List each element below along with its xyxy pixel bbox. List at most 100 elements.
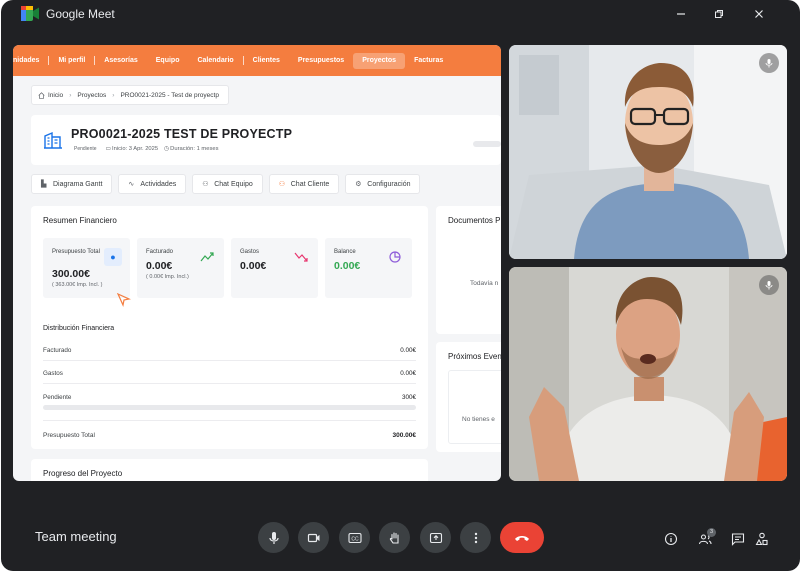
participant-video-1 xyxy=(509,45,787,259)
events-empty: No tienes e xyxy=(462,416,495,423)
gantt-icon: ▙ xyxy=(41,180,47,188)
project-title: PRO0021-2025 TEST DE PROYECTP xyxy=(71,127,293,141)
kpi-value: 0.00€ xyxy=(240,260,267,272)
close-button[interactable] xyxy=(750,6,768,24)
dist-row-value: 0.00€ xyxy=(400,347,416,354)
more-options-button[interactable] xyxy=(460,522,491,553)
kpi-invoiced: Facturado 0.00€ ( 0.00€ Imp. Incl.) xyxy=(137,238,224,298)
nav-item-mi-perfil[interactable]: Mi perfil xyxy=(49,53,94,69)
participant-video-2 xyxy=(509,267,787,481)
team-icon: ⚇ xyxy=(202,180,209,188)
info-button[interactable] xyxy=(663,531,679,547)
dist-row-expenses: Gastos 0.00€ xyxy=(43,370,416,377)
present-button[interactable] xyxy=(420,522,451,553)
tab-settings[interactable]: ⚙ Configuración xyxy=(345,174,421,194)
chevron-right-icon: › xyxy=(69,91,72,99)
divider xyxy=(43,420,416,421)
dist-bar-pending xyxy=(43,405,416,410)
info-icon xyxy=(664,532,678,546)
breadcrumb-home[interactable]: Inicio xyxy=(48,92,63,99)
activities-button[interactable] xyxy=(754,531,770,547)
meet-window: Google Meet nidades Mi perfil Asesorías … xyxy=(1,0,800,571)
chat-button[interactable] xyxy=(730,531,746,547)
trend-up-icon xyxy=(200,252,214,262)
events-empty-box xyxy=(448,370,501,444)
calendar-icon: ▭ xyxy=(105,146,112,152)
kpi-value: 0.00€ xyxy=(146,260,173,272)
kpi-label: Presupuesto Total xyxy=(52,249,100,255)
nav-item-asesorias[interactable]: Asesorías xyxy=(95,53,146,69)
mic-icon xyxy=(268,531,279,544)
nav-item-facturas[interactable]: Facturas xyxy=(405,53,452,69)
tab-chat-client-label: Chat Cliente xyxy=(290,180,330,188)
raise-hand-button[interactable] xyxy=(379,522,410,553)
nav-item-clientes[interactable]: Clientes xyxy=(244,53,289,69)
header-scroll-hint xyxy=(473,141,501,147)
window-title: Google Meet xyxy=(46,7,115,21)
events-card: Próximos Even No tienes e xyxy=(436,342,501,452)
events-title: Próximos Even xyxy=(448,352,501,361)
tab-gantt[interactable]: ▙ Diagrama Gantt xyxy=(31,174,113,194)
tab-settings-label: Configuración xyxy=(367,180,411,188)
participants-count-badge: 3 xyxy=(707,528,716,537)
tab-chat-team-label: Chat Equipo xyxy=(214,180,253,188)
total-row: Presupuesto Total 300.00€ xyxy=(43,432,416,439)
dist-row-label: Gastos xyxy=(43,370,63,377)
kpi-balance: Balance 0.00€ xyxy=(325,238,412,298)
nav-item-unidades[interactable]: nidades xyxy=(13,53,48,69)
kpi-label: Balance xyxy=(334,249,356,255)
activity-icon: ∿ xyxy=(128,180,135,188)
captions-button[interactable]: CC xyxy=(339,522,370,553)
breadcrumb: Inicio › Proyectos › PRO0021-2025 - Test… xyxy=(31,85,229,105)
pie-chart-icon xyxy=(389,251,401,263)
restore-button[interactable] xyxy=(710,6,728,24)
participant-tile-2[interactable] xyxy=(509,267,787,481)
end-call-icon xyxy=(515,535,529,541)
kpi-budget: Presupuesto Total 300.00€ ( 363.00€ Imp.… xyxy=(43,238,131,307)
project-meta: Pendiente ▭ Inicio: 3 Apr. 2025 ◷ Duraci… xyxy=(71,145,219,153)
nav-item-calendario[interactable]: Calendario xyxy=(188,53,242,69)
dist-bar xyxy=(43,360,416,361)
progress-card: Progreso del Proyecto xyxy=(31,459,428,481)
end-call-button[interactable] xyxy=(500,522,544,553)
tab-chat-client[interactable]: ⚇ Chat Cliente xyxy=(268,174,340,194)
breadcrumb-projects[interactable]: Proyectos xyxy=(77,92,106,99)
financial-title: Resumen Financiero xyxy=(43,216,117,225)
clock-icon: ◷ xyxy=(164,146,170,152)
raise-hand-icon xyxy=(389,531,399,544)
kpi-value: 300.00€ xyxy=(52,268,90,280)
kpi-expenses: Gastos 0.00€ xyxy=(231,238,318,298)
dist-row-value: 0.00€ xyxy=(400,370,416,377)
tab-chat-team[interactable]: ⚇ Chat Equipo xyxy=(192,174,263,194)
participant-tile-1[interactable] xyxy=(509,45,787,259)
minimize-button[interactable] xyxy=(672,6,690,24)
title-bar: Google Meet xyxy=(1,0,800,30)
dist-row-label: Facturado xyxy=(43,347,72,354)
captions-icon: CC xyxy=(347,532,362,543)
cursor-icon xyxy=(117,293,131,307)
nav-item-presupuestos[interactable]: Presupuestos xyxy=(289,53,353,69)
dist-row-invoiced: Facturado 0.00€ xyxy=(43,347,416,354)
present-icon xyxy=(429,532,442,543)
kpi-sub: ( 0.00€ Imp. Incl.) xyxy=(146,274,189,280)
project-header-card: PRO0021-2025 TEST DE PROYECTP Pendiente … xyxy=(31,115,501,165)
building-icon xyxy=(44,131,62,149)
nav-item-proyectos[interactable]: Proyectos xyxy=(353,52,406,69)
mic-button[interactable] xyxy=(258,522,289,553)
chevron-right-icon: › xyxy=(112,91,115,99)
app-navbar: nidades Mi perfil Asesorías Equipo Calen… xyxy=(13,45,501,76)
mic-off-icon xyxy=(759,53,779,73)
kpi-label: Facturado xyxy=(146,249,174,255)
project-duration: Duración: 1 meses xyxy=(170,146,219,152)
activities-icon xyxy=(755,532,768,546)
home-icon xyxy=(38,91,45,99)
gear-icon: ⚙ xyxy=(355,180,362,188)
tab-activities[interactable]: ∿ Actividades xyxy=(118,174,187,194)
tab-activities-label: Actividades xyxy=(140,180,177,188)
kpi-value: 0.00€ xyxy=(334,260,361,272)
trend-down-icon xyxy=(294,252,308,262)
nav-item-equipo[interactable]: Equipo xyxy=(147,53,189,69)
camera-button[interactable] xyxy=(298,522,329,553)
total-label: Presupuesto Total xyxy=(43,432,95,439)
camera-icon xyxy=(307,533,319,542)
